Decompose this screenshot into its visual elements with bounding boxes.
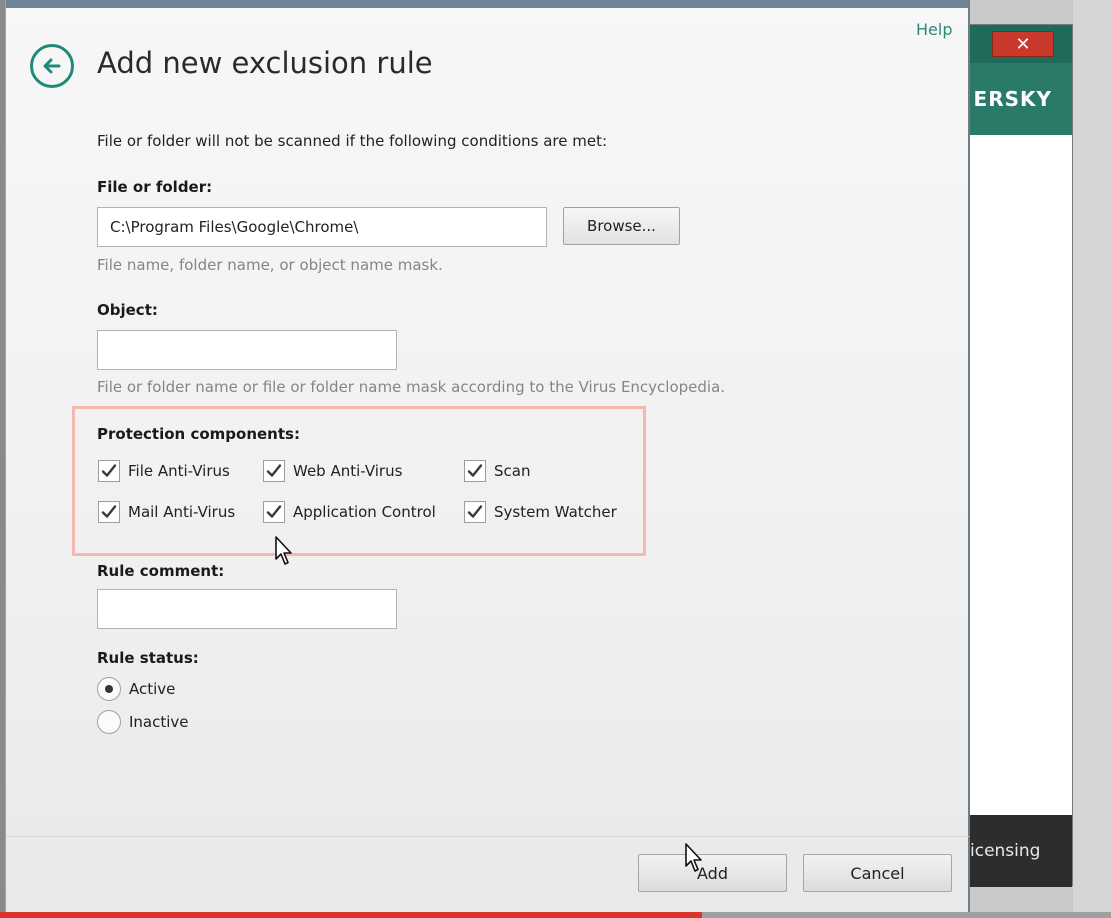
file-or-folder-hint: File name, folder name, or object name m… [97, 256, 443, 274]
back-button[interactable] [30, 44, 74, 88]
background-titlebar: ✕ [956, 25, 1072, 63]
checkbox-label: System Watcher [494, 503, 617, 521]
browse-button[interactable]: Browse... [563, 207, 680, 245]
rule-comment-label: Rule comment: [97, 562, 225, 580]
protection-components-label: Protection components: [97, 425, 300, 443]
checkmark-icon [101, 464, 117, 477]
checkbox-label: Scan [494, 462, 531, 480]
desktop-background [1073, 0, 1111, 918]
checkbox-box[interactable] [464, 501, 486, 523]
intro-text: File or folder will not be scanned if th… [97, 132, 608, 150]
checkbox-box[interactable] [464, 460, 486, 482]
file-or-folder-input[interactable]: C:\Program Files\Google\Chrome\ [97, 207, 547, 247]
object-label: Object: [97, 301, 158, 319]
background-footer: icensing [956, 815, 1072, 887]
checkbox-box[interactable] [263, 501, 285, 523]
rule-comment-input[interactable] [97, 589, 397, 629]
radio-selected-dot [105, 685, 113, 693]
exclusion-rule-dialog: Help Add new exclusion rule File or fold… [5, 0, 970, 912]
background-close-button[interactable]: ✕ [992, 31, 1054, 57]
dialog-title: Add new exclusion rule [97, 46, 433, 80]
checkbox-box[interactable] [263, 460, 285, 482]
radio-label: Active [129, 680, 176, 698]
help-link[interactable]: Help [916, 20, 952, 39]
radio-button[interactable] [97, 710, 121, 734]
dialog-titlebar [6, 0, 968, 8]
checkbox-scan[interactable]: Scan [464, 460, 530, 482]
checkbox-label: Mail Anti-Virus [128, 503, 236, 521]
checkmark-icon [101, 505, 117, 518]
background-app-window: ✕ ERSKY icensing [955, 24, 1073, 887]
checkmark-icon [467, 464, 483, 477]
checkmark-icon [266, 505, 282, 518]
add-button[interactable]: Add [638, 854, 787, 892]
video-progress-bar [0, 912, 702, 918]
radio-inactive[interactable]: Inactive [97, 710, 189, 734]
checkbox-label: Application Control [293, 503, 436, 521]
radio-label: Inactive [129, 713, 189, 731]
licensing-link[interactable]: icensing [970, 841, 1040, 861]
cancel-button[interactable]: Cancel [803, 854, 952, 892]
checkbox-label: File Anti-Virus [128, 462, 230, 480]
video-progress-track [702, 912, 1111, 918]
checkbox-application-control[interactable]: Application Control [263, 501, 436, 523]
checkmark-icon [266, 464, 282, 477]
checkbox-file-anti-virus[interactable]: File Anti-Virus [98, 460, 230, 482]
radio-button[interactable] [97, 677, 121, 701]
background-brand-bar: ERSKY [956, 63, 1072, 135]
background-body [956, 135, 1072, 815]
file-or-folder-label: File or folder: [97, 178, 213, 196]
checkbox-mail-anti-virus[interactable]: Mail Anti-Virus [98, 501, 235, 523]
checkbox-box[interactable] [98, 460, 120, 482]
object-hint: File or folder name or file or folder na… [97, 378, 726, 396]
radio-active[interactable]: Active [97, 677, 175, 701]
checkbox-system-watcher[interactable]: System Watcher [464, 501, 617, 523]
close-icon: ✕ [1015, 33, 1031, 55]
object-input[interactable] [97, 330, 397, 370]
back-arrow-icon [43, 58, 61, 74]
footer-divider [6, 836, 969, 837]
checkbox-label: Web Anti-Virus [293, 462, 403, 480]
brand-logo: ERSKY [973, 87, 1052, 111]
checkbox-web-anti-virus[interactable]: Web Anti-Virus [263, 460, 402, 482]
checkmark-icon [467, 505, 483, 518]
checkbox-box[interactable] [98, 501, 120, 523]
rule-status-label: Rule status: [97, 649, 199, 667]
